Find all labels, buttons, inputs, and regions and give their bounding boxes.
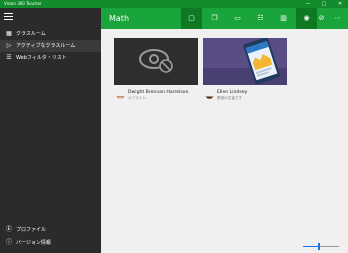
student-info: Dwight Brennan Harrelson オフライン — [114, 87, 198, 103]
window-titlebar: Vision 360 Teacher — □ ✕ — [0, 0, 348, 8]
hamburger-menu-icon[interactable] — [4, 13, 13, 21]
more-icon: ⋯ — [334, 14, 341, 22]
page-title: Math — [109, 14, 130, 23]
sidebar-item-web-filter-list[interactable]: ☰ Webフィルタ・リスト — [0, 52, 101, 64]
minimize-button[interactable]: — — [302, 0, 314, 8]
list-icon: ☰ — [6, 54, 12, 61]
class-header: Math ▢ ❐ ▭ ☷ ▥ ◉ ⊘ ⋯ — [101, 8, 348, 29]
sidebar-item-label: バージョン情報 — [16, 240, 51, 246]
student-thumbnail-screen[interactable] — [203, 38, 287, 85]
student-thumbnail-offline[interactable] — [114, 38, 198, 85]
student-card[interactable]: Dwight Brennan Harrelson オフライン — [114, 38, 198, 103]
message-button[interactable]: ▭ — [227, 8, 248, 29]
zoom-slider-fill — [303, 246, 320, 247]
sidebar: ▦ クラスルーム ▷ アクティブなクラスルーム ☰ Webフィルタ・リスト Ⓔ … — [0, 8, 101, 253]
chat-icon: ☷ — [257, 14, 264, 22]
hidden-eye-icon — [139, 49, 173, 73]
sidebar-item-label: Webフィルタ・リスト — [16, 55, 67, 61]
block-icon: ⊘ — [318, 14, 325, 22]
window-title: Vision 360 Teacher — [4, 1, 42, 6]
chat-button[interactable]: ☷ — [250, 8, 271, 29]
close-button[interactable]: ✕ — [334, 0, 346, 8]
web-icon: ◉ — [303, 14, 310, 22]
sidebar-item-profile[interactable]: Ⓔ プロファイル — [0, 224, 101, 236]
book-button[interactable]: ▥ — [273, 8, 294, 29]
sidebar-item-version-info[interactable]: ⓘ バージョン情報 — [0, 237, 101, 249]
sidebar-item-label: プロファイル — [16, 227, 47, 233]
profile-icon: Ⓔ — [5, 226, 12, 233]
info-icon: ⓘ — [5, 239, 12, 246]
student-status: オフライン — [128, 96, 146, 100]
student-name: Dwight Brennan Harrelson — [128, 90, 189, 95]
student-status: 教室の生徒です — [217, 96, 243, 100]
screen-button[interactable]: ▢ — [181, 8, 202, 29]
screens-button[interactable]: ❐ — [204, 8, 225, 29]
screen-icon: ▢ — [188, 14, 195, 22]
sidebar-item-label: クラスルーム — [16, 31, 46, 37]
play-icon: ▷ — [6, 42, 12, 49]
maximize-button[interactable]: □ — [318, 0, 330, 8]
avatar — [116, 90, 125, 99]
student-info: Ellen Lindsey 教室の生徒です — [203, 87, 287, 103]
screen-preview-image — [203, 38, 287, 85]
sidebar-item-active-classroom[interactable]: ▷ アクティブなクラスルーム — [0, 40, 101, 52]
book-icon: ▥ — [280, 14, 287, 22]
classroom-icon: ▦ — [6, 30, 12, 37]
message-icon: ▭ — [234, 14, 241, 22]
student-name: Ellen Lindsey — [217, 90, 248, 95]
student-card[interactable]: Ellen Lindsey 教室の生徒です — [203, 38, 287, 103]
zoom-slider-thumb[interactable] — [318, 243, 321, 250]
more-button[interactable]: ⋯ — [327, 8, 348, 29]
sidebar-item-label: アクティブなクラスルーム — [16, 43, 76, 49]
sidebar-item-classroom[interactable]: ▦ クラスルーム — [0, 28, 101, 40]
student-grid: Dwight Brennan Harrelson オフライン Ellen Lin… — [101, 29, 348, 253]
screens-icon: ❐ — [211, 14, 218, 22]
avatar — [205, 90, 214, 99]
